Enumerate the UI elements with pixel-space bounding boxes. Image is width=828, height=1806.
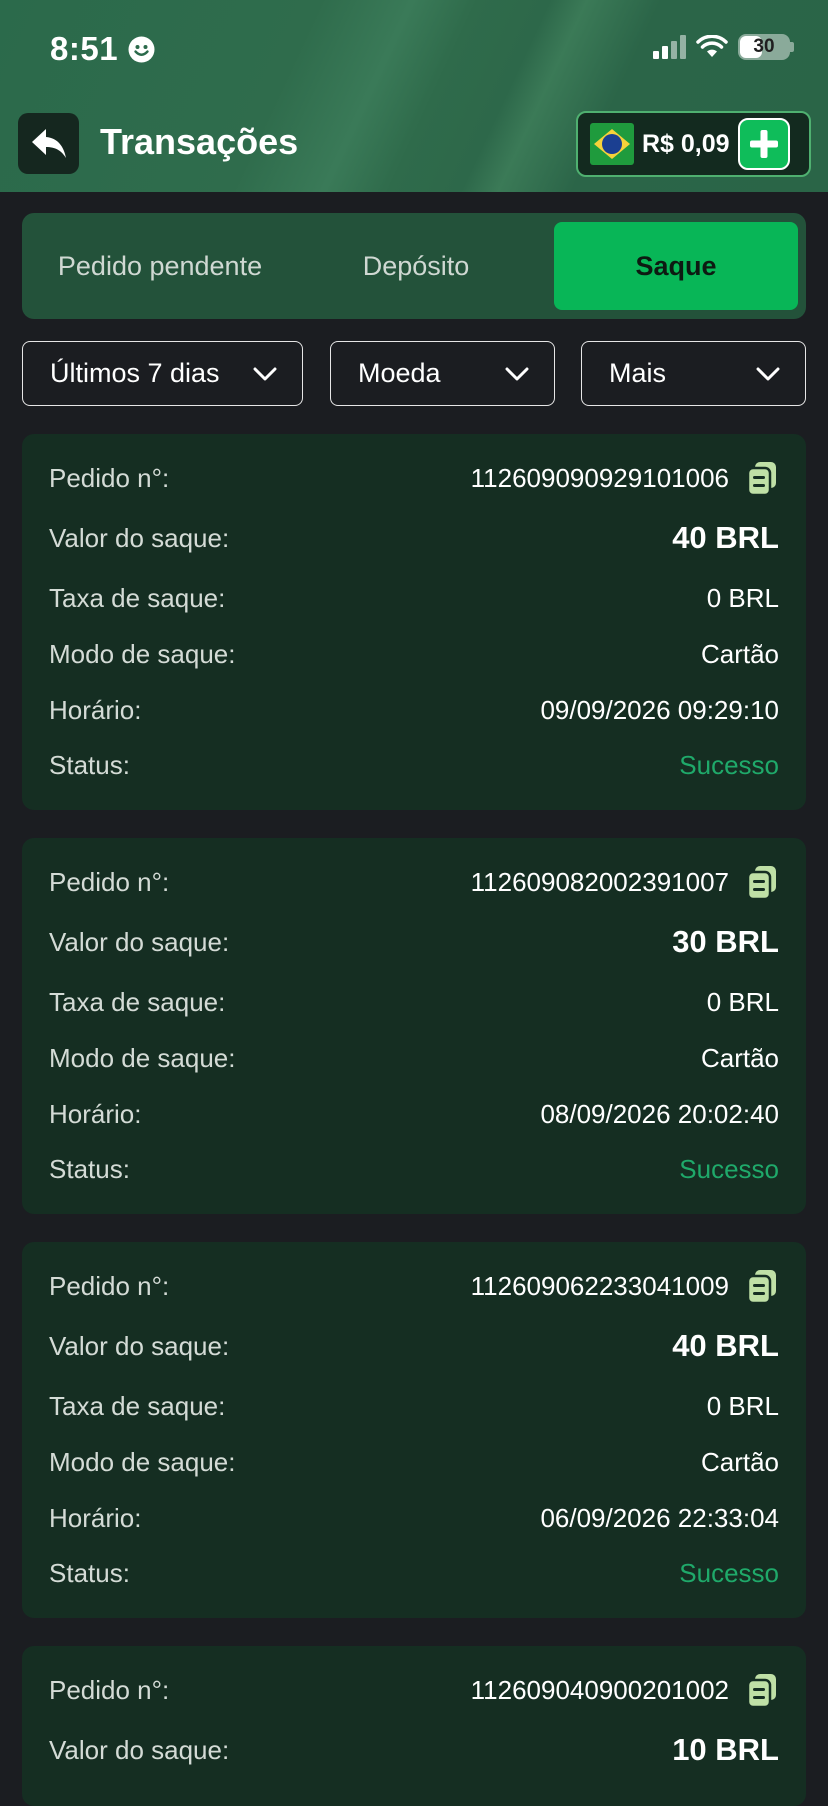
amount-label: Valor do saque:: [49, 926, 230, 957]
order-label: Pedido n°:: [49, 1674, 170, 1705]
fee-label: Taxa de saque:: [49, 582, 226, 613]
order-number: 112609040900201002: [471, 1672, 779, 1708]
back-button[interactable]: [18, 113, 79, 174]
battery-level: 30: [753, 36, 775, 57]
withdrawal-amount: 10 BRL: [672, 1732, 779, 1767]
copy-icon[interactable]: [745, 1268, 779, 1304]
withdrawal-fee: 0 BRL: [706, 582, 779, 613]
wifi-icon: [696, 35, 728, 57]
status-label: Status:: [49, 1557, 130, 1588]
battery-icon: 30: [738, 34, 790, 60]
amount-label: Valor do saque:: [49, 1330, 230, 1361]
chevron-down-icon: [253, 367, 277, 381]
mode-label: Modo de saque:: [49, 1446, 236, 1477]
order-number: 112609082002391007: [471, 864, 779, 900]
chevron-down-icon: [505, 367, 529, 381]
withdrawal-fee: 0 BRL: [706, 986, 779, 1017]
currency-label: Moeda: [358, 358, 441, 388]
copy-icon[interactable]: [745, 864, 779, 900]
order-number: 112609090929101006: [471, 460, 779, 496]
currency-filter[interactable]: Moeda: [330, 341, 555, 406]
date-range-label: Últimos 7 dias: [50, 358, 220, 388]
withdrawal-amount: 30 BRL: [672, 924, 779, 959]
fee-label: Taxa de saque:: [49, 1390, 226, 1421]
transaction-card: Pedido n°: 112609062233041009 Valor do s…: [22, 1242, 806, 1618]
smiley-icon: [128, 36, 155, 63]
amount-label: Valor do saque:: [49, 1734, 230, 1765]
status-time: 8:51: [50, 30, 119, 67]
time-label: Horário:: [49, 694, 142, 725]
transaction-card: Pedido n°: 112609040900201002 Valor do s…: [22, 1646, 806, 1806]
transaction-time: 08/09/2026 20:02:40: [540, 1098, 779, 1129]
plus-icon: [749, 130, 778, 158]
tab-withdrawal[interactable]: Saque: [554, 222, 798, 310]
order-number-text: 112609062233041009: [470, 1270, 729, 1301]
transaction-card: Pedido n°: 112609082002391007 Valor do s…: [22, 838, 806, 1214]
more-label: Mais: [609, 358, 667, 388]
order-label: Pedido n°:: [49, 1270, 170, 1301]
status-label: Status:: [49, 749, 130, 780]
status-badge: Sucesso: [679, 1557, 779, 1588]
header: 8:51 30 Transações R$ 0,09: [0, 0, 828, 192]
status-icons: 30: [653, 34, 794, 60]
order-number: 112609062233041009: [471, 1268, 779, 1304]
chevron-down-icon: [756, 367, 780, 381]
balance-amount: R$ 0,09: [642, 129, 730, 158]
page-title: Transações: [100, 121, 299, 162]
order-number-text: 112609040900201002: [470, 1674, 729, 1705]
copy-icon[interactable]: [745, 1672, 779, 1708]
balance-widget[interactable]: R$ 0,09: [576, 111, 811, 177]
order-label: Pedido n°:: [49, 866, 170, 897]
transaction-card: Pedido n°: 112609090929101006 Valor do s…: [22, 434, 806, 810]
add-funds-button[interactable]: [737, 118, 790, 170]
more-filter[interactable]: Mais: [581, 341, 806, 406]
transaction-time: 06/09/2026 22:33:04: [540, 1502, 779, 1533]
withdrawal-amount: 40 BRL: [672, 520, 779, 555]
tab-bar: Pedido pendente Depósito Saque: [22, 213, 806, 319]
time-label: Horário:: [49, 1098, 142, 1129]
copy-icon[interactable]: [745, 460, 779, 496]
date-range-filter[interactable]: Últimos 7 dias: [22, 341, 303, 406]
amount-label: Valor do saque:: [49, 522, 230, 553]
withdrawal-fee: 0 BRL: [706, 1390, 779, 1421]
signal-icon: [653, 35, 686, 59]
status-badge: Sucesso: [679, 1153, 779, 1184]
status-bar: 8:51 30: [0, 0, 828, 100]
withdrawal-mode: Cartão: [700, 638, 779, 669]
order-number-text: 112609090929101006: [470, 462, 729, 493]
tab-deposit[interactable]: Depósito: [288, 222, 544, 310]
fee-label: Taxa de saque:: [49, 986, 226, 1017]
mode-label: Modo de saque:: [49, 1042, 236, 1073]
tab-pending-orders[interactable]: Pedido pendente: [32, 222, 288, 310]
order-label: Pedido n°:: [49, 462, 170, 493]
status-badge: Sucesso: [679, 749, 779, 780]
withdrawal-mode: Cartão: [700, 1042, 779, 1073]
mode-label: Modo de saque:: [49, 638, 236, 669]
order-number-text: 112609082002391007: [470, 866, 729, 897]
back-arrow-icon: [31, 128, 66, 158]
brazil-flag-icon: [590, 123, 634, 165]
time-label: Horário:: [49, 1502, 142, 1533]
withdrawal-amount: 40 BRL: [672, 1328, 779, 1363]
transaction-time: 09/09/2026 09:29:10: [540, 694, 779, 725]
withdrawal-mode: Cartão: [700, 1446, 779, 1477]
status-label: Status:: [49, 1153, 130, 1184]
